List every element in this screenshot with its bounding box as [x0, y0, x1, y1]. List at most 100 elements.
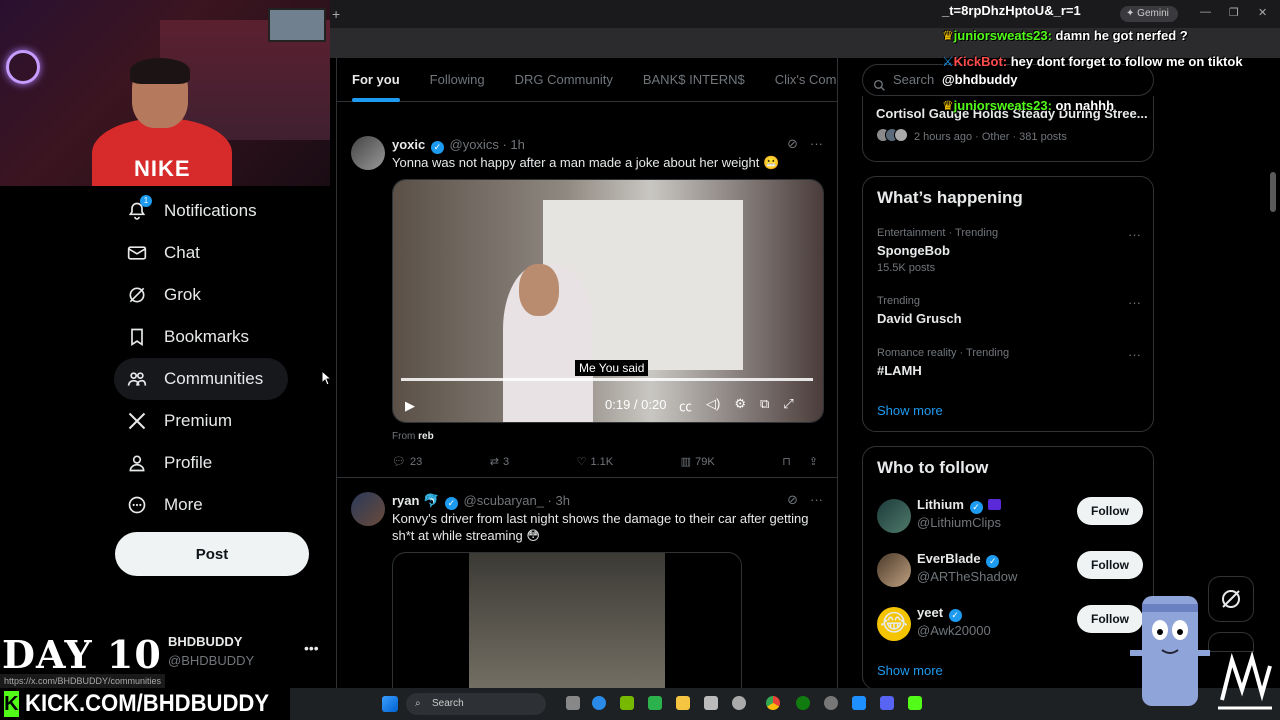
nav-item-bookmarks[interactable]: Bookmarks: [114, 316, 261, 358]
sword-icon: ⚔: [942, 54, 954, 69]
video-source-name[interactable]: reb: [418, 431, 434, 442]
tweet-author-handle[interactable]: @yoxics: [450, 137, 499, 152]
tab-banks-interns[interactable]: BANK$ INTERN$: [643, 58, 745, 102]
trend-item[interactable]: Entertainment · Trending SpongeBob 15.5K…: [877, 227, 1141, 274]
minimize-icon[interactable]: —: [1200, 6, 1211, 18]
tweet-author-handle[interactable]: @scubaryan_: [464, 493, 544, 508]
trend-item[interactable]: Trending David Grusch ···: [877, 295, 1141, 326]
page-scrollbar[interactable]: [1270, 172, 1276, 212]
avatar[interactable]: [877, 499, 911, 533]
account-name: BHDBUDDY: [168, 634, 243, 649]
nav-label: More: [164, 495, 203, 514]
top-trend-meta-row: 2 hours ago · Other · 381 posts: [876, 128, 1067, 145]
suggestion-name-row: yeet ✓: [917, 605, 964, 622]
avatar[interactable]: [877, 553, 911, 587]
task-view-icon[interactable]: [566, 696, 580, 710]
edge-icon[interactable]: [592, 696, 606, 710]
nav-label: Chat: [164, 243, 200, 262]
spreadsheet-icon[interactable]: [648, 696, 662, 710]
tweet-author-name[interactable]: ryan 🐬: [392, 493, 439, 508]
nav-item-premium[interactable]: Premium: [114, 400, 244, 442]
store-icon[interactable]: [704, 696, 718, 710]
follow-suggestion[interactable]: EverBlade ✓ @ARTheShadow Follow: [877, 551, 1143, 595]
volume-icon[interactable]: ◁): [706, 396, 720, 415]
restore-icon[interactable]: ❐: [1229, 6, 1239, 19]
kick-app-icon[interactable]: [908, 696, 922, 710]
nav-item-notifications[interactable]: 1 Notifications: [114, 190, 269, 232]
avatar[interactable]: [351, 136, 385, 170]
grok-icon[interactable]: ⊘: [787, 136, 798, 152]
xbox-icon[interactable]: [796, 696, 810, 710]
tweet[interactable]: ryan 🐬 ✓ @scubaryan_ · 3h ⊘ ··· Konvy's …: [337, 480, 837, 720]
more-options-icon[interactable]: ···: [810, 136, 823, 152]
obs-icon[interactable]: [824, 696, 838, 710]
tab-drg-community[interactable]: DRG Community: [515, 58, 613, 102]
chrome-icon[interactable]: [766, 696, 780, 710]
grok-icon[interactable]: ⊘: [787, 492, 798, 508]
towelie-mascot-image: [1130, 596, 1210, 706]
chat-message: ♛juniorsweats23: damn he got nerfed ?: [942, 28, 1188, 44]
reply-button[interactable]: 💬︎ 23: [392, 455, 422, 469]
taskbar-search[interactable]: ⌕ Search: [406, 693, 546, 715]
repost-button[interactable]: ⇄ 3: [490, 455, 509, 469]
settings-icon[interactable]: ⚙: [734, 396, 746, 415]
post-button[interactable]: Post: [115, 532, 309, 576]
nav-item-chat[interactable]: Chat: [114, 232, 212, 274]
account-switcher[interactable]: BHDBUDDY @BHDBUDDY: [168, 634, 254, 668]
more-options-icon[interactable]: ···: [1128, 347, 1141, 362]
account-handle: @BHDBUDDY: [168, 653, 255, 668]
tab-following[interactable]: Following: [430, 58, 485, 102]
follow-button[interactable]: Follow: [1077, 497, 1143, 525]
browser-status-url: https://x.com/BHDBUDDY/communities: [0, 674, 166, 688]
more-options-icon[interactable]: ···: [810, 492, 823, 508]
new-tab-icon[interactable]: +: [332, 6, 340, 22]
avatar[interactable]: [351, 492, 385, 526]
settings-icon[interactable]: [732, 696, 746, 710]
show-more-link[interactable]: Show more: [877, 403, 943, 418]
captions-icon[interactable]: ㏄: [679, 396, 692, 415]
nav-item-grok[interactable]: Grok: [114, 274, 213, 316]
close-icon[interactable]: ✕: [1258, 6, 1267, 19]
webcam-poster: [268, 8, 326, 42]
video-time: 0:19 / 0:20: [605, 397, 667, 412]
hoodie-logo: NIKE: [134, 156, 191, 181]
avatar[interactable]: 😂: [877, 607, 911, 641]
grok-floating-button[interactable]: [1208, 576, 1254, 622]
notification-count-badge: 1: [140, 195, 152, 207]
follow-button[interactable]: Follow: [1077, 551, 1143, 579]
like-button[interactable]: ♡ 1.1K: [577, 455, 614, 469]
tab-clix-community[interactable]: Clix's Commu: [775, 58, 837, 102]
crown-icon: ♛: [942, 98, 954, 113]
views-icon: ▥: [680, 456, 692, 468]
gemini-button[interactable]: ✦ Gemini: [1120, 6, 1178, 22]
app-icon[interactable]: [852, 696, 866, 710]
fullscreen-icon[interactable]: ⤢: [783, 396, 793, 415]
verified-badge-icon: ✓: [986, 555, 1000, 568]
show-more-link[interactable]: Show more: [877, 663, 943, 678]
windows-start-icon[interactable]: [382, 696, 398, 712]
nvidia-icon[interactable]: [620, 696, 634, 710]
tab-for-you[interactable]: For you: [352, 58, 400, 102]
follow-suggestion[interactable]: 😂 yeet ✓ @Awk20000 Follow: [877, 605, 1143, 649]
video-progress-bar[interactable]: [401, 378, 813, 381]
bookmark-button[interactable]: ⊓ ⇪: [782, 455, 818, 468]
tweet-author-name[interactable]: yoxic: [392, 137, 425, 152]
file-explorer-icon[interactable]: [676, 696, 690, 710]
nav-item-communities[interactable]: Communities: [114, 358, 288, 400]
messages-drawer[interactable]: [1208, 632, 1254, 652]
more-options-icon[interactable]: ···: [1128, 295, 1141, 310]
tweet[interactable]: yoxic ✓ @yoxics · 1h ⊘ ··· Yonna was not…: [337, 122, 837, 478]
nav-item-profile[interactable]: Profile: [114, 442, 224, 484]
play-icon[interactable]: ▶: [405, 398, 415, 414]
trend-item[interactable]: Romance reality · Trending #LAMH ···: [877, 347, 1141, 378]
url-fragment[interactable]: _t=8rpDhzHptoU&_r=1: [942, 3, 1081, 18]
follow-suggestion[interactable]: Lithium ✓ @LithiumClips Follow: [877, 497, 1143, 541]
discord-icon[interactable]: [880, 696, 894, 710]
more-options-icon[interactable]: ···: [1128, 227, 1141, 242]
account-more-icon[interactable]: •••: [304, 640, 319, 656]
nav-item-more[interactable]: More: [114, 484, 215, 526]
views-button[interactable]: ▥ 79K: [680, 455, 715, 469]
share-icon[interactable]: ⇪: [809, 455, 818, 468]
tweet-video[interactable]: Me You said ▶ 0:19 / 0:20 ㏄ ◁) ⚙ ⧉ ⤢: [392, 179, 824, 423]
pip-icon[interactable]: ⧉: [760, 396, 769, 415]
